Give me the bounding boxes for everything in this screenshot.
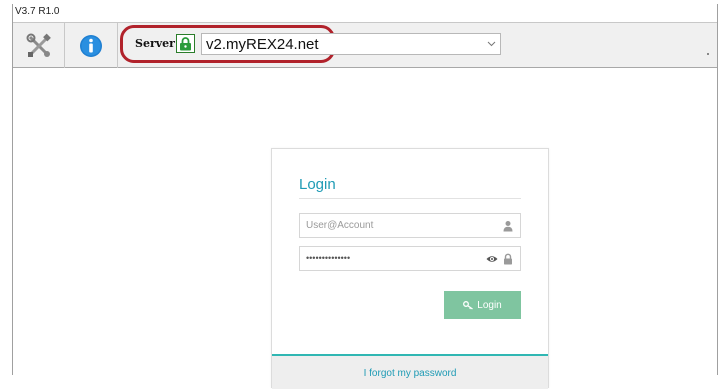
- info-button[interactable]: [65, 23, 118, 68]
- tools-button[interactable]: [13, 23, 65, 68]
- secure-lock-badge: [176, 34, 195, 53]
- login-button-label: Login: [477, 299, 502, 311]
- login-title: Login: [299, 176, 336, 193]
- eye-icon[interactable]: [486, 253, 498, 265]
- title-bar: V3.7 R1.0: [13, 4, 717, 22]
- card-footer: I forgot my password: [272, 354, 548, 389]
- login-button[interactable]: Login: [444, 291, 521, 319]
- user-icon: [503, 221, 513, 232]
- key-icon: [463, 300, 474, 310]
- info-icon: [80, 34, 102, 57]
- server-label: Server: [135, 37, 175, 50]
- title-divider: [299, 198, 521, 199]
- server-value: v2.myREX24.net: [206, 36, 319, 53]
- username-field[interactable]: [299, 213, 521, 238]
- toolbar-grip: [707, 53, 709, 55]
- main-content: Login ••••••••••••••: [13, 68, 717, 389]
- password-field[interactable]: ••••••••••••••: [299, 246, 521, 271]
- lock-icon: [180, 36, 191, 50]
- forgot-password-link[interactable]: I forgot my password: [272, 368, 548, 379]
- chevron-down-icon: [487, 41, 495, 47]
- server-selector-area: Server v2.myREX24.net: [119, 23, 709, 68]
- lock-icon: [504, 253, 512, 265]
- login-card: Login ••••••••••••••: [271, 148, 549, 389]
- version-label: V3.7 R1.0: [15, 6, 60, 17]
- dropdown-toggle[interactable]: [482, 34, 500, 54]
- password-mask: ••••••••••••••: [306, 253, 351, 263]
- toolbar: Server v2.myREX24.net: [13, 22, 717, 68]
- tools-icon: [26, 33, 51, 57]
- username-input[interactable]: [300, 214, 470, 237]
- app-window: V3.7 R1.0 Server v2.myREX24.net Login Us…: [12, 4, 718, 389]
- server-dropdown[interactable]: v2.myREX24.net: [201, 33, 501, 55]
